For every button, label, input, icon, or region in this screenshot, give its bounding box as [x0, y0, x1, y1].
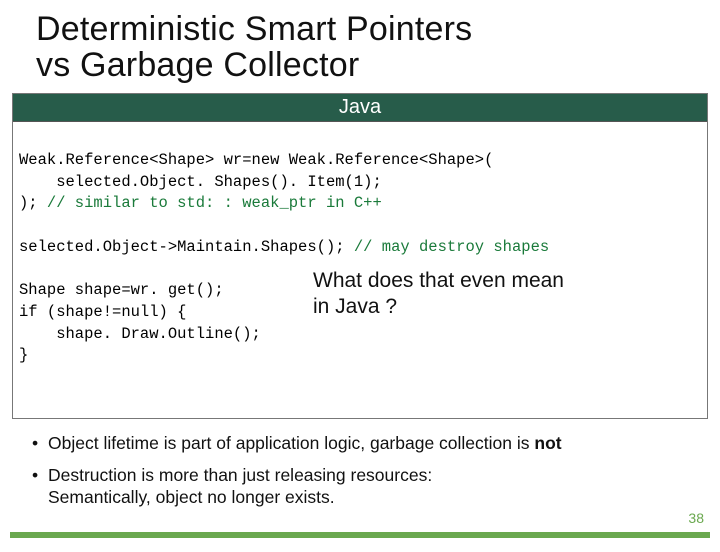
- page-number: 38: [688, 510, 704, 526]
- code-header: Java: [13, 94, 707, 122]
- slide-title: Deterministic Smart Pointers vs Garbage …: [36, 12, 708, 83]
- slide: Deterministic Smart Pointers vs Garbage …: [0, 12, 720, 552]
- code-line-1: Weak.Reference<Shape> wr=new Weak.Refere…: [19, 151, 493, 169]
- code-line-3a: );: [19, 194, 47, 212]
- code-comment-1: // similar to std: : weak_ptr in C++: [47, 194, 382, 212]
- bullet-1-bold: not: [534, 433, 561, 453]
- title-line-1: Deterministic Smart Pointers: [36, 10, 472, 48]
- code-line-4a: selected.Object->Maintain.Shapes();: [19, 238, 354, 256]
- bullet-1: Object lifetime is part of application l…: [32, 433, 700, 455]
- bullet-2-line-2: Semantically, object no longer exists.: [48, 487, 335, 507]
- bullet-1-text: Object lifetime is part of application l…: [48, 433, 534, 453]
- bullet-list: Object lifetime is part of application l…: [32, 433, 700, 509]
- annotation: What does that even mean in Java ?: [313, 268, 633, 318]
- footer: [0, 532, 720, 538]
- annotation-line-1: What does that even mean: [313, 269, 564, 292]
- bullet-2-line-1: Destruction is more than just releasing …: [48, 465, 432, 485]
- code-line-5: Shape shape=wr. get();: [19, 281, 224, 299]
- accent-bar: [10, 532, 710, 538]
- code-line-8: }: [19, 346, 28, 364]
- code-line-7: shape. Draw.Outline();: [19, 325, 261, 343]
- code-comment-2: // may destroy shapes: [354, 238, 549, 256]
- code-frame: Java Weak.Reference<Shape> wr=new Weak.R…: [12, 93, 708, 419]
- annotation-line-2: in Java ?: [313, 295, 397, 318]
- code-line-2: selected.Object. Shapes(). Item(1);: [19, 173, 382, 191]
- title-line-2: vs Garbage Collector: [36, 46, 359, 84]
- code-line-6: if (shape!=null) {: [19, 303, 186, 321]
- bullet-2: Destruction is more than just releasing …: [32, 465, 700, 509]
- code-body: Weak.Reference<Shape> wr=new Weak.Refere…: [13, 122, 707, 418]
